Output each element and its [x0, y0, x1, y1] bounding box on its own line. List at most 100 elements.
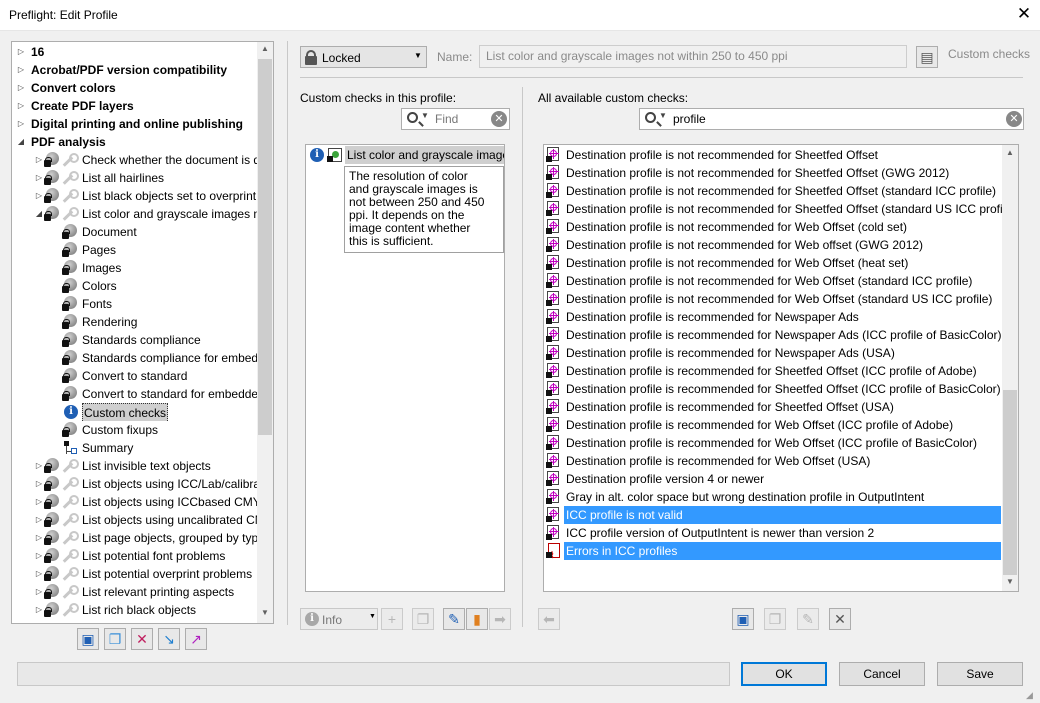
- tree-item[interactable]: ▷ Check whether the document is d: [12, 151, 259, 169]
- available-checks-search[interactable]: ▼ profile ✕: [639, 108, 1024, 130]
- tree-item[interactable]: Summary: [12, 439, 259, 457]
- custom-checks-button[interactable]: ▤: [916, 46, 938, 68]
- scroll-up-arrow-icon[interactable]: ▲: [1002, 148, 1018, 157]
- tree-item[interactable]: Standards compliance for embedc: [12, 349, 259, 367]
- list-item[interactable]: Destination profile is not recommended f…: [544, 290, 1001, 308]
- search-input[interactable]: profile: [673, 112, 706, 126]
- list-item[interactable]: Destination profile is recommended for N…: [544, 344, 1001, 362]
- list-item[interactable]: Destination profile is not recommended f…: [544, 164, 1001, 182]
- new-profile-button[interactable]: ▣: [77, 628, 99, 650]
- list-item[interactable]: i List color and grayscale images: [306, 146, 504, 164]
- list-item[interactable]: Destination profile is recommended for N…: [544, 308, 1001, 326]
- available-checks-list[interactable]: Destination profile is not recommended f…: [543, 144, 1019, 592]
- tree-item[interactable]: ▷ Convert colors: [12, 79, 259, 97]
- duplicate-profile-button[interactable]: ❐: [104, 628, 126, 650]
- list-item[interactable]: Destination profile is recommended for W…: [544, 416, 1001, 434]
- expand-arrow-icon[interactable]: ▷: [34, 187, 44, 205]
- tree-item[interactable]: ▷ List rich black objects: [12, 601, 259, 619]
- scroll-thumb[interactable]: [258, 59, 272, 435]
- tree-item[interactable]: ▷ List page objects, grouped by type: [12, 529, 259, 547]
- tree-item[interactable]: ▷ Digital printing and online publishing: [12, 115, 259, 133]
- tree-item[interactable]: ◢ List color and grayscale images no: [12, 205, 259, 223]
- expand-arrow-icon[interactable]: ▷: [16, 115, 26, 133]
- list-item[interactable]: Destination profile is not recommended f…: [544, 272, 1001, 290]
- new-check-button[interactable]: ▣: [732, 608, 754, 630]
- list-item[interactable]: Destination profile is recommended for S…: [544, 398, 1001, 416]
- tree-item[interactable]: ▷ Acrobat/PDF version compatibility: [12, 61, 259, 79]
- tree-scrollbar[interactable]: ▲ ▼: [257, 42, 273, 623]
- expand-arrow-icon[interactable]: ▷: [34, 583, 44, 601]
- clear-search-icon[interactable]: ✕: [1006, 111, 1022, 127]
- tree-item[interactable]: ▷ List potential overprint problems: [12, 565, 259, 583]
- lock-state-dropdown[interactable]: Locked ▼: [300, 46, 427, 68]
- list-item[interactable]: Destination profile is not recommended f…: [544, 146, 1001, 164]
- duplicate-available-button[interactable]: ❐: [764, 608, 786, 630]
- clipboard-check-button[interactable]: ▮: [466, 608, 488, 630]
- profile-checks-search[interactable]: ▼ Find ✕: [401, 108, 510, 130]
- profile-checks-list[interactable]: i List color and grayscale images The re…: [305, 144, 505, 592]
- tree-item[interactable]: ▷ 16: [12, 43, 259, 61]
- expand-arrow-icon[interactable]: ▷: [34, 151, 44, 169]
- duplicate-check-button[interactable]: ❐: [412, 608, 434, 630]
- available-scrollbar[interactable]: ▲ ▼: [1002, 145, 1018, 591]
- save-button[interactable]: Save: [937, 662, 1023, 686]
- tree-item[interactable]: ◢ PDF analysis: [12, 133, 259, 151]
- move-left-button[interactable]: ⬅: [538, 608, 560, 630]
- tree-item[interactable]: ▷ List relevant printing aspects: [12, 583, 259, 601]
- expand-arrow-icon[interactable]: ▷: [34, 457, 44, 475]
- expand-arrow-icon[interactable]: ▷: [34, 493, 44, 511]
- move-right-button[interactable]: ➡: [489, 608, 511, 630]
- expand-arrow-icon[interactable]: ▷: [34, 565, 44, 583]
- expand-arrow-icon[interactable]: ▷: [34, 529, 44, 547]
- expand-arrow-icon[interactable]: ▷: [34, 169, 44, 187]
- ok-button[interactable]: OK: [741, 662, 827, 686]
- expand-arrow-icon[interactable]: ▷: [34, 475, 44, 493]
- import-profile-button[interactable]: ↘: [158, 628, 180, 650]
- scroll-down-arrow-icon[interactable]: ▼: [1002, 577, 1018, 586]
- list-item[interactable]: ICC profile is not valid: [544, 506, 1001, 524]
- list-item[interactable]: Destination profile is recommended for W…: [544, 452, 1001, 470]
- list-item[interactable]: Destination profile version 4 or newer: [544, 470, 1001, 488]
- scroll-thumb[interactable]: [1003, 390, 1017, 575]
- delete-available-button[interactable]: ✕: [829, 608, 851, 630]
- info-dropdown[interactable]: i Info ▼: [300, 608, 378, 630]
- expand-arrow-icon[interactable]: ▷: [16, 61, 26, 79]
- edit-available-button[interactable]: ✎: [797, 608, 819, 630]
- tree-item[interactable]: ▷ List black objects set to overprint: [12, 187, 259, 205]
- tree-item[interactable]: Convert to standard for embedde: [12, 385, 259, 403]
- expand-arrow-icon[interactable]: ▷: [34, 511, 44, 529]
- expand-arrow-icon[interactable]: ▷: [16, 79, 26, 97]
- clear-search-icon[interactable]: ✕: [491, 111, 507, 127]
- search-input[interactable]: Find: [435, 112, 458, 126]
- tree-item[interactable]: Standards compliance: [12, 331, 259, 349]
- list-item[interactable]: Destination profile is recommended for N…: [544, 326, 1002, 344]
- tree-item[interactable]: Rendering: [12, 313, 259, 331]
- collapse-arrow-icon[interactable]: ◢: [16, 133, 26, 151]
- tree-item[interactable]: Custom fixups: [12, 421, 259, 439]
- expand-arrow-icon[interactable]: ▷: [34, 601, 44, 619]
- expand-arrow-icon[interactable]: ▷: [34, 547, 44, 565]
- edit-check-button[interactable]: ✎: [443, 608, 465, 630]
- tree-item[interactable]: ▷ Create PDF layers: [12, 97, 259, 115]
- expand-arrow-icon[interactable]: ▷: [16, 43, 26, 61]
- scroll-down-arrow-icon[interactable]: ▼: [257, 608, 273, 617]
- tree-item[interactable]: i Custom checks: [12, 403, 259, 421]
- resize-grip-icon[interactable]: ◢: [1026, 690, 1036, 700]
- tree-item[interactable]: Colors: [12, 277, 259, 295]
- tree-item[interactable]: Pages: [12, 241, 259, 259]
- expand-arrow-icon[interactable]: ▷: [16, 97, 26, 115]
- list-item[interactable]: Destination profile is not recommended f…: [544, 218, 1001, 236]
- tree-item[interactable]: Fonts: [12, 295, 259, 313]
- tree-item[interactable]: ▷ List potential font problems: [12, 547, 259, 565]
- tree-item[interactable]: ▷ List objects using ICC/Lab/calibrat: [12, 475, 259, 493]
- tree-item[interactable]: Document: [12, 223, 259, 241]
- close-icon[interactable]: ✕: [1015, 4, 1033, 24]
- scroll-up-arrow-icon[interactable]: ▲: [257, 44, 273, 53]
- list-item[interactable]: Destination profile is not recommended f…: [544, 200, 1016, 218]
- tree-item[interactable]: ▷ List invisible text objects: [12, 457, 259, 475]
- list-item[interactable]: Destination profile is not recommended f…: [544, 254, 1001, 272]
- list-item[interactable]: Destination profile is recommended for W…: [544, 434, 1001, 452]
- cancel-button[interactable]: Cancel: [839, 662, 925, 686]
- list-item[interactable]: ⌇ Errors in ICC profiles: [544, 542, 1001, 560]
- add-check-button[interactable]: +: [381, 608, 403, 630]
